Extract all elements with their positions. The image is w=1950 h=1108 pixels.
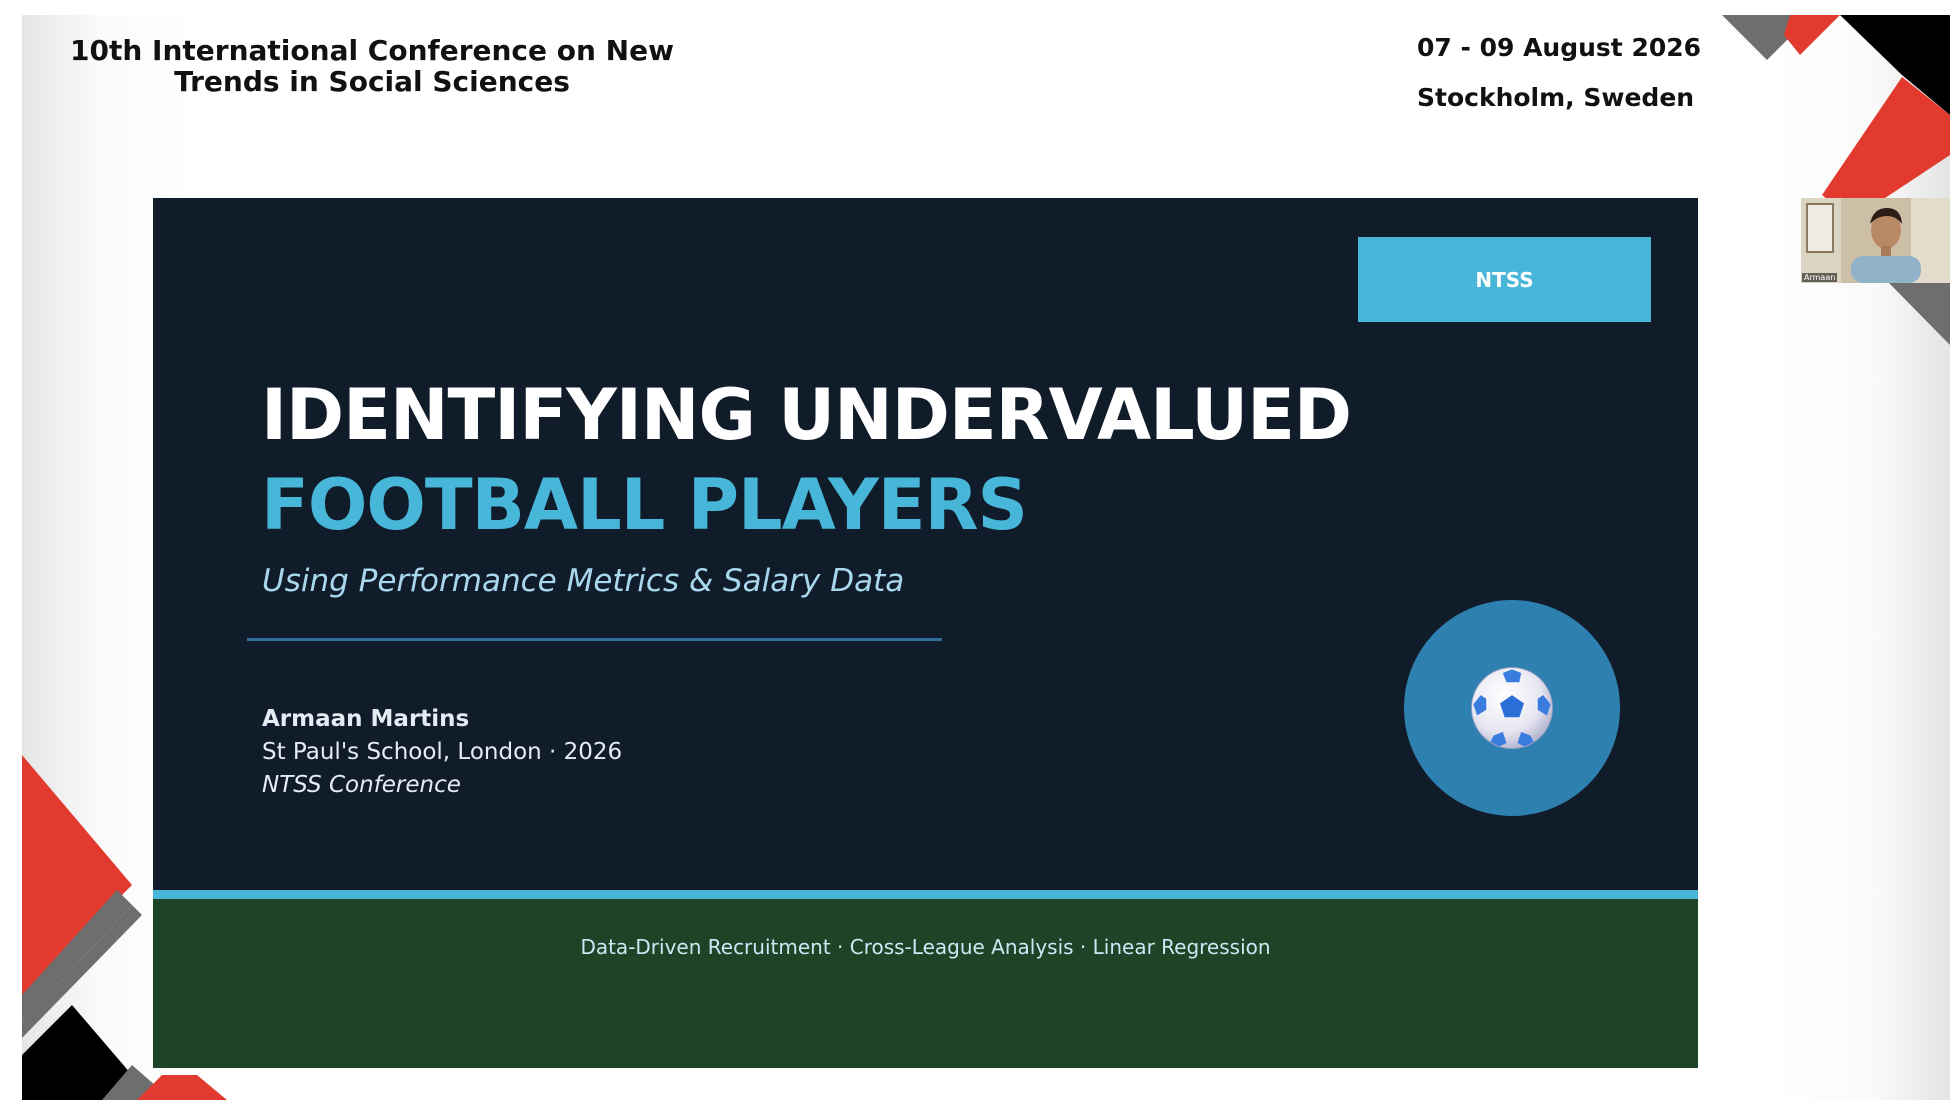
participant-name: Armaan	[1802, 273, 1838, 282]
slide-title-line-2: FOOTBALL PLAYERS	[261, 464, 1028, 546]
conference-title: 10th International Conference on New Tre…	[70, 34, 674, 98]
slide-title-line-1: IDENTIFYING UNDERVALUED	[261, 374, 1352, 456]
title-slide: NTSS IDENTIFYING UNDERVALUED FOOTBALL PL…	[153, 198, 1698, 1068]
decorative-corner-top-right	[1722, 15, 1950, 345]
footer-band	[153, 899, 1698, 1068]
author-name: Armaan Martins	[262, 706, 470, 732]
soccer-ball-icon	[1471, 667, 1553, 749]
ntss-badge: NTSS	[1358, 237, 1651, 322]
conference-location: Stockholm, Sweden	[1417, 83, 1695, 112]
conference-name: NTSS Conference	[262, 772, 461, 798]
participant-video-feed	[1801, 198, 1950, 283]
author-school: St Paul's School, London · 2026	[262, 739, 623, 765]
presentation-stage: 10th International Conference on New Tre…	[22, 15, 1950, 1100]
slide-subtitle: Using Performance Metrics & Salary Data	[262, 563, 905, 599]
accent-band	[153, 890, 1698, 899]
ball-badge	[1404, 600, 1620, 816]
title-divider	[247, 638, 942, 641]
conference-dates: 07 - 09 August 2026	[1417, 33, 1702, 62]
slide-keywords: Data-Driven Recruitment · Cross-League A…	[580, 935, 1271, 959]
participant-video-thumbnail[interactable]: Armaan	[1801, 198, 1950, 283]
